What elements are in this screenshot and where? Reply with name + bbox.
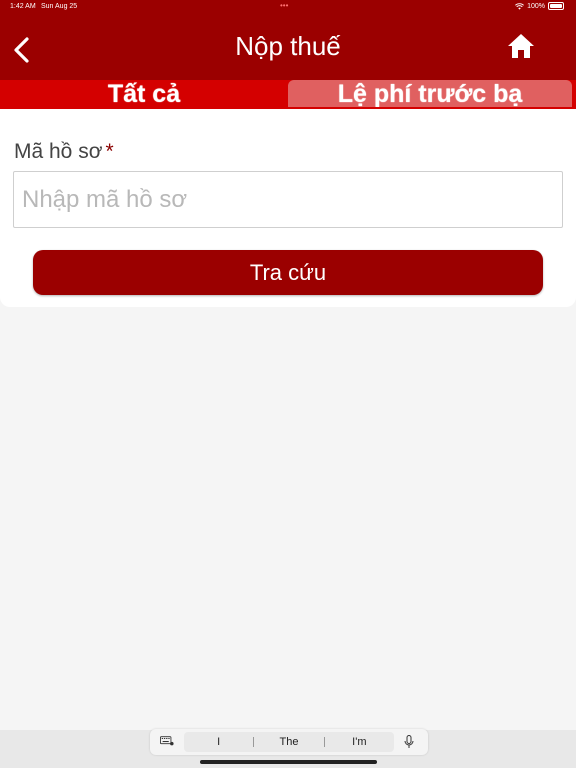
keyboard-suggestions: I The I'm: [184, 732, 394, 752]
keyboard-shortcut-bar: I The I'm: [150, 729, 428, 755]
suggestion-item[interactable]: I: [184, 736, 253, 748]
search-button[interactable]: Tra cứu: [33, 250, 543, 295]
status-time: 1:42 AM: [10, 3, 36, 10]
battery-icon: [548, 2, 564, 10]
status-date: Sun Aug 25: [41, 3, 78, 10]
record-code-input[interactable]: [13, 171, 563, 228]
battery-percent: 100%: [527, 2, 545, 10]
tab-registration-fee[interactable]: Lệ phí trước bạ: [288, 80, 572, 107]
suggestion-item[interactable]: I'm: [325, 736, 394, 748]
search-form-card: Mã hồ sơ* Tra cứu: [0, 109, 576, 307]
status-bar: 1:42 AM Sun Aug 25 ••• 100%: [0, 0, 576, 14]
record-code-label: Mã hồ sơ *: [14, 140, 114, 164]
tab-bar: Tất cả Lệ phí trước bạ: [0, 80, 576, 109]
status-right: 100%: [515, 2, 564, 10]
home-icon: [508, 34, 534, 58]
required-mark: *: [105, 140, 114, 163]
keyboard-icon[interactable]: [160, 736, 174, 746]
multitasking-dots-icon[interactable]: •••: [280, 1, 288, 10]
tab-all-label: Tất cả: [107, 80, 181, 107]
home-button[interactable]: [506, 32, 536, 60]
suggestion-item[interactable]: The: [254, 736, 323, 748]
microphone-icon[interactable]: [404, 735, 414, 749]
record-code-label-text: Mã hồ sơ: [14, 140, 103, 163]
app-header: 1:42 AM Sun Aug 25 ••• 100% Nộp thuế: [0, 0, 576, 80]
home-indicator[interactable]: [200, 760, 377, 764]
tab-all[interactable]: Tất cả: [0, 80, 288, 107]
tab-registration-fee-label: Lệ phí trước bạ: [337, 80, 523, 107]
wifi-icon: [515, 2, 525, 10]
page-title: Nộp thuế: [235, 31, 341, 61]
